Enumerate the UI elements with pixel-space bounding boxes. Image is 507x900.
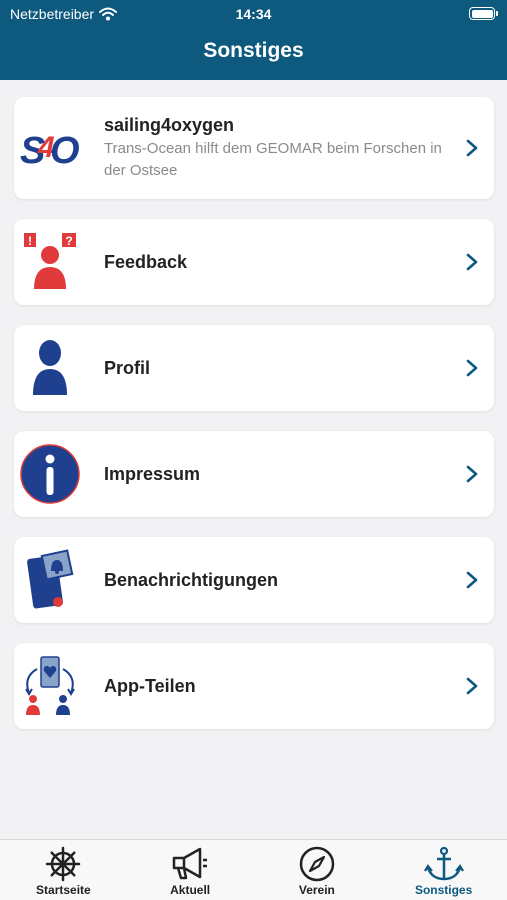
tab-label: Aktuell [170, 883, 211, 897]
svg-text:O: O [50, 130, 80, 172]
megaphone-icon [170, 846, 210, 882]
tab-verein[interactable]: Verein [254, 840, 381, 900]
share-app-icon [18, 654, 82, 718]
menu-item-label: Feedback [104, 251, 188, 272]
menu-item-label: sailing4oxygen [104, 114, 235, 135]
chevron-right-icon [466, 139, 478, 157]
menu-item-label: Benachrichtigungen [104, 569, 279, 590]
status-bar: Netzbetreiber 14:34 [0, 0, 507, 30]
menu-item-sailing4oxygen[interactable]: S 4 O sailing4oxygen Trans-Ocean hilft d… [14, 97, 494, 199]
menu-item-profil[interactable]: Profil [14, 325, 494, 411]
notification-phone-icon [18, 548, 82, 612]
chevron-right-icon [466, 571, 478, 589]
s4o-logo-icon: S 4 O [18, 116, 82, 180]
page-title: Sonstiges [203, 39, 304, 62]
tab-label: Verein [298, 883, 335, 897]
tab-sonstiges[interactable]: Sonstiges [380, 840, 507, 900]
tab-label: Sonstiges [414, 883, 473, 897]
feedback-person-icon: ! ? [18, 230, 82, 294]
tab-bar: Startseite Aktuell Verein Sonstiges [0, 839, 507, 900]
chevron-right-icon [466, 677, 478, 695]
svg-text:?: ? [65, 234, 72, 248]
menu-list: S 4 O sailing4oxygen Trans-Ocean hilft d… [14, 97, 494, 749]
menu-item-app-teilen[interactable]: App-Teilen [14, 643, 494, 729]
tab-aktuell[interactable]: Aktuell [127, 840, 254, 900]
battery-icon [469, 7, 498, 20]
compass-icon [297, 846, 337, 882]
profile-person-icon [18, 336, 82, 400]
chevron-right-icon [466, 253, 478, 271]
svg-text:!: ! [28, 234, 32, 248]
anchor-icon [423, 846, 464, 882]
menu-item-benachrichtigungen[interactable]: Benachrichtigungen [14, 537, 494, 623]
tab-startseite[interactable]: Startseite [0, 840, 127, 900]
top-header: Netzbetreiber 14:34 Sonstiges [0, 0, 507, 80]
menu-item-subtitle: Trans-Ocean hilft dem GEOMAR beim Forsch… [104, 139, 442, 179]
menu-item-impressum[interactable]: Impressum [14, 431, 494, 517]
chevron-right-icon [466, 359, 478, 377]
menu-item-feedback[interactable]: ! ? Feedback [14, 219, 494, 305]
menu-item-label: App-Teilen [104, 675, 196, 696]
menu-item-label: Impressum [104, 463, 201, 484]
info-icon [18, 442, 82, 506]
tab-label: Startseite [36, 883, 91, 897]
ship-wheel-icon [43, 846, 83, 882]
status-time: 14:34 [235, 6, 272, 22]
menu-item-label: Profil [104, 357, 151, 378]
chevron-right-icon [466, 465, 478, 483]
